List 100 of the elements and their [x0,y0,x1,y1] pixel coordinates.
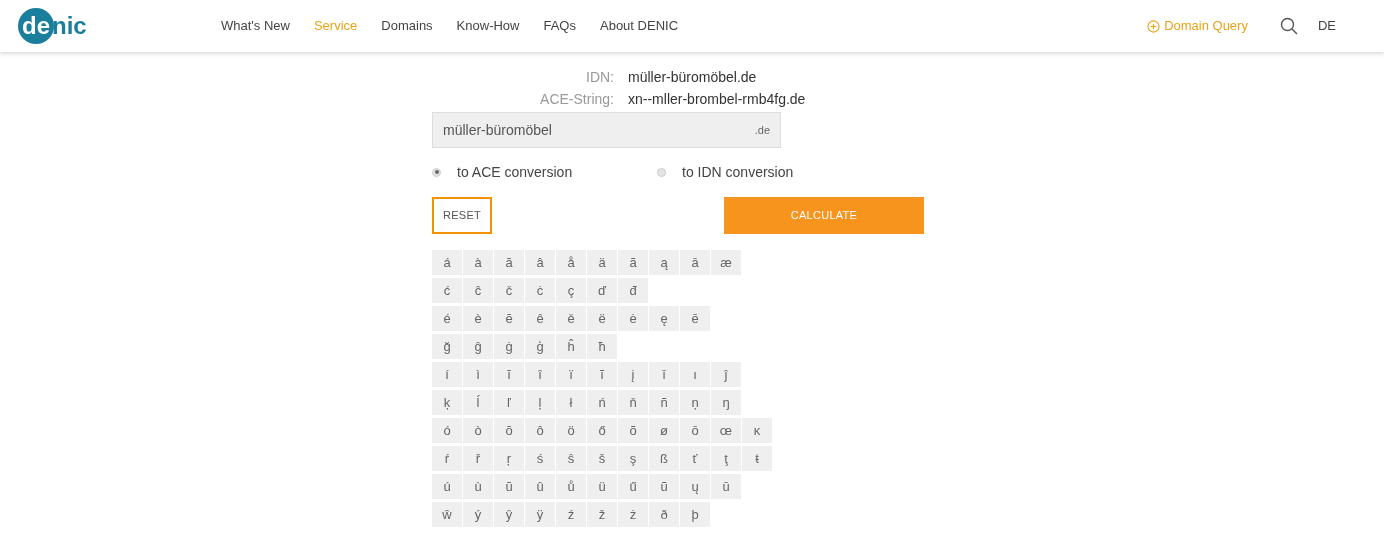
character-key[interactable]: ŏ [494,418,524,443]
language-link[interactable]: DE [1317,16,1336,36]
nav-link[interactable]: Know-How [456,16,520,36]
character-key[interactable]: ď [587,278,617,303]
character-key[interactable]: ś [525,446,555,471]
character-key[interactable]: ĭ [494,362,524,387]
character-key[interactable]: ì [463,362,493,387]
character-key[interactable]: ě [556,306,586,331]
character-key[interactable]: ų [680,474,710,499]
character-key[interactable]: æ [711,250,741,275]
character-key[interactable]: ė [618,306,648,331]
character-key[interactable]: ŗ [494,446,524,471]
nav-link[interactable]: Domains [381,16,433,36]
character-key[interactable]: ņ [680,390,710,415]
character-key[interactable]: ŕ [432,446,462,471]
search-icon[interactable] [1279,17,1298,35]
character-key[interactable]: ŧ [742,446,772,471]
character-key[interactable]: ō [680,418,710,443]
character-key[interactable]: ő [587,418,617,443]
character-key[interactable]: ù [463,474,493,499]
character-key[interactable]: ļ [525,390,555,415]
character-key[interactable]: â [525,250,555,275]
character-key[interactable]: œ [711,418,741,443]
character-key[interactable]: õ [618,418,648,443]
character-key[interactable]: ż [618,502,648,527]
character-key[interactable]: ñ [649,390,679,415]
character-key[interactable]: ł [556,390,586,415]
character-key[interactable]: ġ [494,334,524,359]
character-key[interactable]: ı [680,362,710,387]
character-key[interactable]: š [587,446,617,471]
character-key[interactable]: ĵ [711,362,741,387]
character-key[interactable]: ē [680,306,710,331]
character-key[interactable]: à [463,250,493,275]
character-key[interactable]: í [432,362,462,387]
character-key[interactable]: ĕ [494,306,524,331]
character-key[interactable]: ç [556,278,586,303]
character-key[interactable]: û [525,474,555,499]
character-key[interactable]: ń [587,390,617,415]
radio-option[interactable]: to ACE conversion [432,161,657,183]
character-key[interactable]: ī [649,362,679,387]
character-key[interactable]: č [494,278,524,303]
character-key[interactable]: ģ [525,334,555,359]
character-key[interactable]: ŝ [556,446,586,471]
character-key[interactable]: ó [432,418,462,443]
character-key[interactable]: đ [618,278,648,303]
character-key[interactable]: å [556,250,586,275]
character-key[interactable]: è [463,306,493,331]
character-key[interactable]: ø [649,418,679,443]
character-key[interactable]: į [618,362,648,387]
domain-input[interactable]: müller-büromöbel .de [432,112,781,148]
character-key[interactable]: ã [618,250,648,275]
character-key[interactable]: ť [680,446,710,471]
character-key[interactable]: ž [587,502,617,527]
character-key[interactable]: ą [649,250,679,275]
character-key[interactable]: ë [587,306,617,331]
character-key[interactable]: ğ [432,334,462,359]
character-key[interactable]: ů [556,474,586,499]
nav-link[interactable]: FAQs [543,16,576,36]
character-key[interactable]: é [432,306,462,331]
character-key[interactable]: ħ [587,334,617,359]
character-key[interactable]: ö [556,418,586,443]
character-key[interactable]: ā [680,250,710,275]
character-key[interactable]: ŋ [711,390,741,415]
reset-button[interactable]: RESET [432,197,492,234]
character-key[interactable]: ä [587,250,617,275]
character-key[interactable]: ū [711,474,741,499]
character-key[interactable]: ă [494,250,524,275]
character-key[interactable]: ŭ [494,474,524,499]
character-key[interactable]: ê [525,306,555,331]
character-key[interactable]: ý [463,502,493,527]
character-key[interactable]: ş [618,446,648,471]
character-key[interactable]: ŵ [432,502,462,527]
character-key[interactable]: ĺ [463,390,493,415]
character-key[interactable]: ţ [711,446,741,471]
character-key[interactable]: ï [556,362,586,387]
character-key[interactable]: ĉ [463,278,493,303]
character-key[interactable]: á [432,250,462,275]
nav-link[interactable]: About DENIC [600,16,679,36]
character-key[interactable]: ĝ [463,334,493,359]
character-key[interactable]: ð [649,502,679,527]
character-key[interactable]: ř [463,446,493,471]
character-key[interactable]: ŷ [494,502,524,527]
character-key[interactable]: ÿ [525,502,555,527]
character-key[interactable]: ü [587,474,617,499]
character-key[interactable]: ċ [525,278,555,303]
character-key[interactable]: ĥ [556,334,586,359]
character-key[interactable]: ú [432,474,462,499]
character-key[interactable]: ć [432,278,462,303]
character-key[interactable]: ź [556,502,586,527]
character-key[interactable]: ũ [649,474,679,499]
radio-option[interactable]: to IDN conversion [657,161,794,183]
character-key[interactable]: ĩ [587,362,617,387]
nav-link[interactable]: What's New [221,16,290,36]
character-key[interactable]: ű [618,474,648,499]
character-key[interactable]: î [525,362,555,387]
character-key[interactable]: ľ [494,390,524,415]
character-key[interactable]: þ [680,502,710,527]
character-key[interactable]: ß [649,446,679,471]
character-key[interactable]: ĸ [742,418,772,443]
character-key[interactable]: ň [618,390,648,415]
